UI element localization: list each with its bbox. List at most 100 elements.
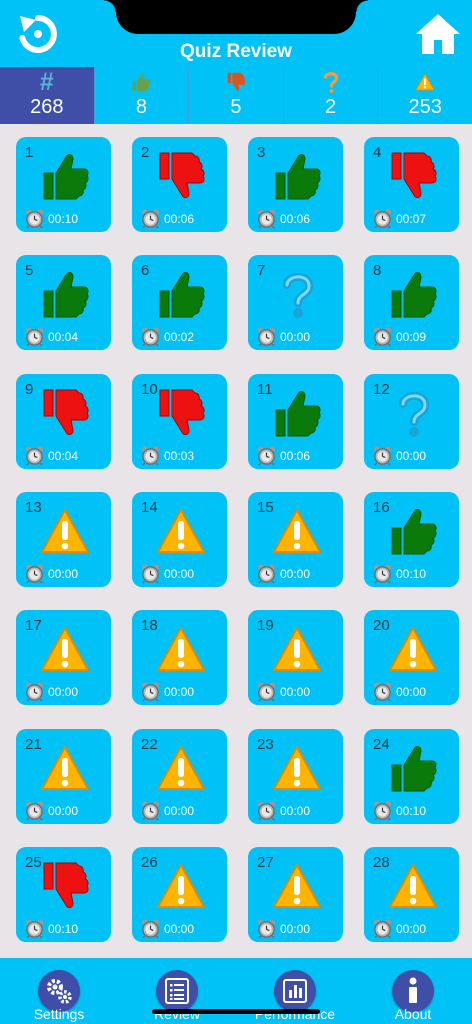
warning-icon bbox=[389, 864, 437, 908]
stat-correct[interactable]: 8 bbox=[95, 67, 190, 124]
question-tile[interactable]: 19 00:00 bbox=[248, 610, 343, 705]
question-tile[interactable]: 26 00:00 bbox=[132, 847, 227, 942]
question-number: 3 bbox=[257, 144, 266, 161]
stat-unanswered-value: 253 bbox=[408, 96, 442, 118]
warning-icon bbox=[389, 627, 437, 671]
alarm-clock-icon bbox=[25, 564, 44, 584]
tab-settings[interactable]: Settings bbox=[0, 958, 118, 1024]
home-button[interactable] bbox=[414, 10, 462, 58]
thumbs-down-icon bbox=[227, 72, 246, 91]
question-tile[interactable]: 16 00:10 bbox=[364, 492, 459, 587]
elapsed-time: 00:06 bbox=[164, 212, 195, 226]
question-tile[interactable]: 24 00:10 bbox=[364, 729, 459, 824]
question-tile[interactable]: 12 00:00 bbox=[364, 374, 459, 469]
question-tile[interactable]: 15 00:00 bbox=[248, 492, 343, 587]
question-tile[interactable]: 4 00:07 bbox=[364, 137, 459, 232]
stat-unanswered[interactable]: 253 bbox=[378, 67, 472, 124]
question-tile[interactable]: 23 00:00 bbox=[248, 729, 343, 824]
alarm-clock-icon bbox=[25, 919, 44, 939]
tab-about[interactable]: About bbox=[354, 958, 472, 1024]
tab-settings-label: Settings bbox=[33, 1006, 85, 1022]
thumbs-up-icon bbox=[391, 272, 437, 318]
thumbs-down-icon bbox=[391, 152, 437, 198]
stat-total[interactable]: # 268 bbox=[0, 67, 95, 124]
warning-icon bbox=[157, 864, 205, 908]
question-tile[interactable]: 27 00:00 bbox=[248, 847, 343, 942]
warning-icon bbox=[157, 509, 205, 553]
question-tile[interactable]: 1 00:10 bbox=[16, 137, 111, 232]
device-notch bbox=[104, 0, 368, 34]
thumbs-up-icon bbox=[275, 154, 321, 200]
alarm-clock-icon bbox=[257, 919, 276, 939]
alarm-clock-icon bbox=[373, 209, 392, 229]
question-tile[interactable]: 14 00:00 bbox=[132, 492, 227, 587]
stat-skipped[interactable]: 2 bbox=[284, 67, 379, 124]
elapsed-time: 00:09 bbox=[396, 330, 427, 344]
alarm-clock-icon bbox=[141, 327, 160, 347]
question-number: 4 bbox=[373, 144, 382, 161]
question-tile[interactable]: 10 00:03 bbox=[132, 374, 227, 469]
alarm-clock-icon bbox=[257, 564, 276, 584]
question-tile[interactable]: 5 00:04 bbox=[16, 255, 111, 350]
question-tile[interactable]: 2 00:06 bbox=[132, 137, 227, 232]
question-icon bbox=[323, 72, 338, 93]
thumbs-up-icon bbox=[43, 154, 89, 200]
stat-wrong[interactable]: 5 bbox=[189, 67, 284, 124]
question-tile[interactable]: 21 00:00 bbox=[16, 729, 111, 824]
elapsed-time: 00:00 bbox=[280, 567, 311, 581]
elapsed-time: 00:00 bbox=[164, 922, 195, 936]
home-icon bbox=[416, 14, 460, 54]
tab-bar: Settings Review Performance About bbox=[0, 958, 472, 1024]
warning-icon bbox=[273, 746, 321, 790]
alarm-clock-icon bbox=[25, 327, 44, 347]
info-icon bbox=[409, 977, 417, 1003]
tab-performance[interactable]: Performance bbox=[236, 958, 354, 1024]
question-tile[interactable]: 13 00:00 bbox=[16, 492, 111, 587]
gears-icon bbox=[47, 979, 72, 1004]
question-number: 1 bbox=[25, 144, 34, 161]
question-tile[interactable]: 3 00:06 bbox=[248, 137, 343, 232]
question-tile[interactable]: 11 00:06 bbox=[248, 374, 343, 469]
tab-about-label: About bbox=[394, 1006, 432, 1022]
elapsed-time: 00:00 bbox=[280, 922, 311, 936]
elapsed-time: 00:00 bbox=[396, 685, 427, 699]
question-grid: 1 00:10 2 00:06 3 00:06 4 00:07 5 00:04 6 00:02 7 00:… bbox=[0, 124, 472, 958]
elapsed-time: 00:04 bbox=[48, 449, 79, 463]
thumbs-up-icon bbox=[391, 509, 437, 555]
question-number: 2 bbox=[141, 144, 150, 161]
stat-skipped-value: 2 bbox=[325, 96, 337, 118]
alarm-clock-icon bbox=[141, 564, 160, 584]
elapsed-time: 00:00 bbox=[48, 567, 79, 581]
warning-icon bbox=[273, 864, 321, 908]
alarm-clock-icon bbox=[373, 682, 392, 702]
alarm-clock-icon bbox=[373, 801, 392, 821]
question-tile[interactable]: 6 00:02 bbox=[132, 255, 227, 350]
elapsed-time: 00:02 bbox=[164, 330, 195, 344]
question-tile[interactable]: 17 00:00 bbox=[16, 610, 111, 705]
elapsed-time: 00:06 bbox=[280, 449, 311, 463]
thumbs-up-icon bbox=[159, 272, 205, 318]
list-icon bbox=[165, 978, 189, 1004]
alarm-clock-icon bbox=[141, 209, 160, 229]
thumbs-up-icon bbox=[275, 391, 321, 437]
warning-icon bbox=[273, 509, 321, 553]
question-tile[interactable]: 18 00:00 bbox=[132, 610, 227, 705]
question-tile[interactable]: 20 00:00 bbox=[364, 610, 459, 705]
elapsed-time: 00:00 bbox=[48, 685, 79, 699]
bar-chart-icon bbox=[283, 979, 307, 1003]
warning-icon bbox=[273, 627, 321, 671]
thumbs-down-icon bbox=[159, 389, 205, 435]
tab-review[interactable]: Review bbox=[118, 958, 236, 1024]
elapsed-time: 00:10 bbox=[48, 922, 79, 936]
question-tile[interactable]: 25 00:10 bbox=[16, 847, 111, 942]
elapsed-time: 00:00 bbox=[396, 922, 427, 936]
question-icon bbox=[399, 391, 430, 437]
question-tile[interactable]: 9 00:04 bbox=[16, 374, 111, 469]
question-tile[interactable]: 22 00:00 bbox=[132, 729, 227, 824]
alarm-clock-icon bbox=[25, 446, 44, 466]
question-tile[interactable]: 28 00:00 bbox=[364, 847, 459, 942]
elapsed-time: 00:00 bbox=[164, 804, 195, 818]
question-tile[interactable]: 8 00:09 bbox=[364, 255, 459, 350]
question-tile[interactable]: 7 00:00 bbox=[248, 255, 343, 350]
alarm-clock-icon bbox=[141, 801, 160, 821]
